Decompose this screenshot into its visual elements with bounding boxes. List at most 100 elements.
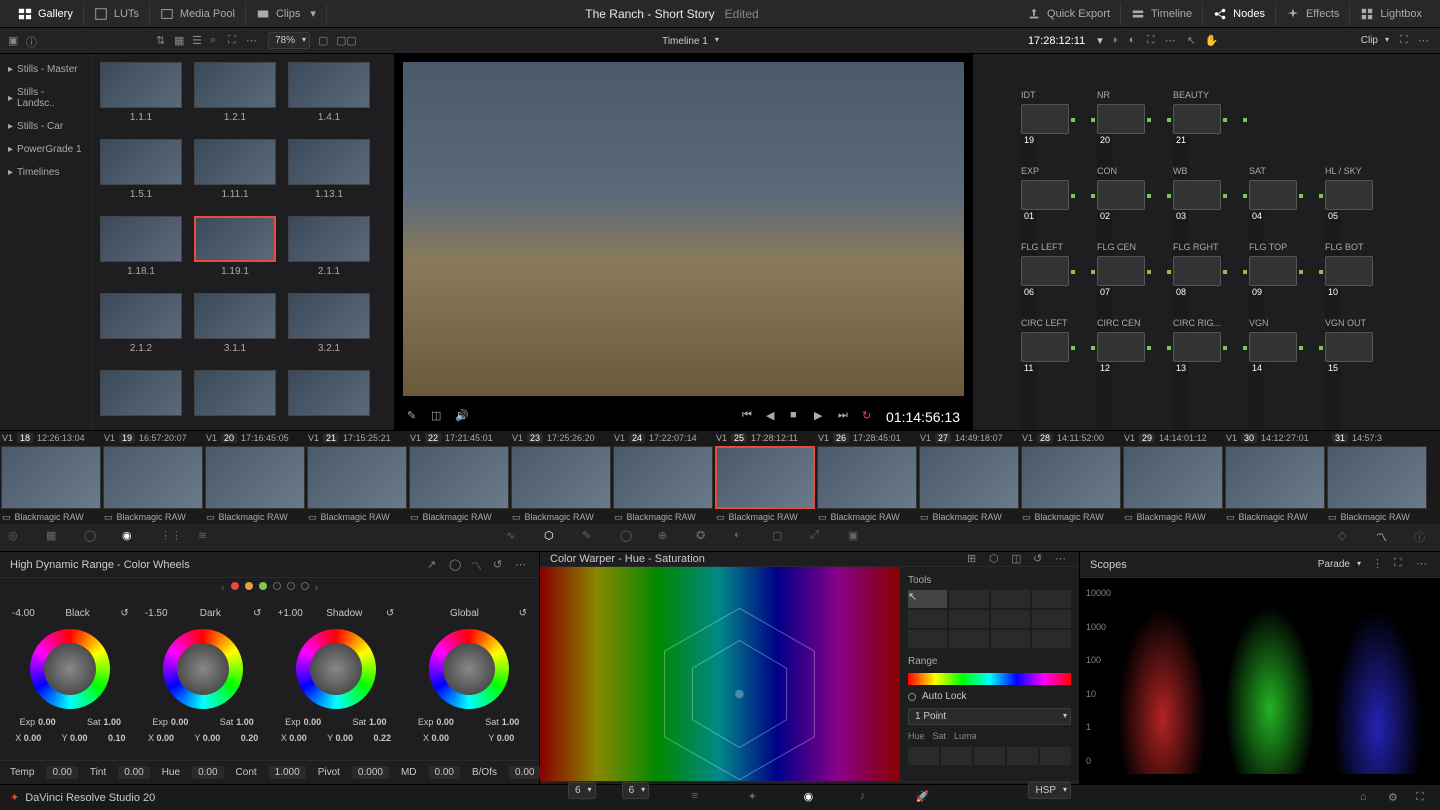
- color-node[interactable]: [1021, 256, 1069, 286]
- timeline-dropdown[interactable]: Timeline 1: [656, 34, 722, 49]
- smooth5[interactable]: [1040, 747, 1071, 765]
- key-icon[interactable]: ▢: [772, 529, 790, 547]
- node-graph[interactable]: IDT19NR20BEAUTY21EXP01CON02WB03SAT04HL /…: [973, 54, 1440, 430]
- still-thumbnail[interactable]: 1.2.1: [194, 62, 276, 123]
- grid-view-icon[interactable]: ▦: [174, 34, 188, 48]
- timeline-button[interactable]: Timeline: [1121, 3, 1203, 25]
- reset-wheel-icon[interactable]: ↺: [519, 608, 527, 619]
- viewer[interactable]: [403, 62, 964, 396]
- wheel[interactable]: [30, 629, 110, 709]
- color-node[interactable]: [1325, 256, 1373, 286]
- scopes-icon[interactable]: 〽: [1376, 529, 1394, 547]
- gallery-tab[interactable]: Gallery: [8, 3, 84, 25]
- scopes-expand-icon[interactable]: ⛶: [1394, 557, 1408, 571]
- timeline-clip[interactable]: V13014:12:27:01▭Blackmagic RAW: [1224, 431, 1326, 524]
- warper-grid-icon[interactable]: ⊞: [967, 552, 981, 566]
- color-node[interactable]: [1097, 180, 1145, 210]
- hdr-expand-icon[interactable]: ↗: [427, 558, 441, 572]
- cont-value[interactable]: 1.000: [269, 766, 306, 779]
- timeline-clip[interactable]: V12417:22:07:14▭Blackmagic RAW: [612, 431, 714, 524]
- color-warper-mesh[interactable]: [540, 567, 899, 781]
- tool7[interactable]: [991, 610, 1030, 628]
- tool12[interactable]: [1032, 630, 1071, 648]
- points-dropdown[interactable]: 1 Point: [908, 708, 1071, 725]
- viewer-dual-icon[interactable]: ▢▢: [336, 34, 350, 48]
- tracker-icon[interactable]: ⊕: [658, 529, 676, 547]
- magic-mask-icon[interactable]: ✪: [696, 529, 714, 547]
- color-node[interactable]: [1325, 180, 1373, 210]
- color-node[interactable]: [1249, 256, 1297, 286]
- timeline-clip[interactable]: V12117:15:25:21▭Blackmagic RAW: [306, 431, 408, 524]
- hdr-graph-icon[interactable]: 〽: [471, 558, 485, 572]
- quickexport-button[interactable]: Quick Export: [1017, 3, 1121, 25]
- color-node[interactable]: [1173, 332, 1221, 362]
- still-thumbnail[interactable]: [194, 370, 276, 416]
- more-icon[interactable]: ⋯: [246, 34, 260, 48]
- still-thumbnail[interactable]: 1.5.1: [100, 139, 182, 200]
- nodes-button[interactable]: Nodes: [1203, 3, 1276, 25]
- still-thumbnail[interactable]: 1.18.1: [100, 216, 182, 277]
- bypass-icon[interactable]: ◑: [1111, 34, 1125, 48]
- tool11[interactable]: [991, 630, 1030, 648]
- home-icon[interactable]: ⌂: [1360, 791, 1374, 805]
- sort-icon[interactable]: ⇅: [156, 34, 170, 48]
- window-icon[interactable]: ◯: [620, 529, 638, 547]
- reset-wheel-icon[interactable]: ↺: [253, 608, 261, 619]
- tool6[interactable]: [949, 610, 988, 628]
- warper-more-icon[interactable]: ⋯: [1055, 552, 1069, 566]
- color-node[interactable]: [1249, 332, 1297, 362]
- prev-frame-icon[interactable]: ◀: [766, 409, 782, 425]
- blur-icon[interactable]: ◐: [734, 529, 752, 547]
- rgb-mixer-icon[interactable]: ⋮⋮: [160, 529, 178, 547]
- lightbox-button[interactable]: Lightbox: [1350, 3, 1432, 25]
- image-wipe-icon[interactable]: ◫: [431, 409, 447, 425]
- md-value[interactable]: 0.00: [429, 766, 460, 779]
- still-thumbnail[interactable]: 1.13.1: [288, 139, 370, 200]
- scopes-mode-dropdown[interactable]: Parade: [1312, 557, 1364, 572]
- camera-raw-icon[interactable]: ◎: [8, 529, 26, 547]
- mediapool-tab[interactable]: Media Pool: [150, 3, 246, 25]
- sizing-icon[interactable]: ⤢: [810, 529, 828, 547]
- reset-wheel-icon[interactable]: ↺: [386, 608, 394, 619]
- 3d-icon[interactable]: ▣: [848, 529, 866, 547]
- timeline-clip[interactable]: V12914:14:01:12▭Blackmagic RAW: [1122, 431, 1224, 524]
- list-view-icon[interactable]: ☰: [192, 34, 206, 48]
- timeline-clip[interactable]: V12517:28:12:11▭Blackmagic RAW: [714, 431, 816, 524]
- color-node[interactable]: [1097, 104, 1145, 134]
- timeline-clip[interactable]: 3114:57:3▭Blackmagic RAW: [1326, 431, 1428, 524]
- zoom-dropdown[interactable]: 78%: [268, 32, 310, 49]
- timeline-clip[interactable]: V11916:57:20:07▭Blackmagic RAW: [102, 431, 204, 524]
- stills-album-item[interactable]: ▸Timelines: [0, 161, 91, 184]
- clip-mode-dropdown[interactable]: Clip: [1355, 33, 1392, 48]
- first-frame-icon[interactable]: ⏮: [742, 409, 758, 425]
- color-node[interactable]: [1173, 180, 1221, 210]
- draw-tool[interactable]: [949, 590, 988, 608]
- smooth3[interactable]: [974, 747, 1005, 765]
- warper-split-icon[interactable]: ◫: [1011, 552, 1025, 566]
- bofs-value[interactable]: 0.00: [509, 766, 540, 779]
- scopes-more-icon[interactable]: ⋯: [1416, 557, 1430, 571]
- warper-icon[interactable]: ⬡: [544, 529, 562, 547]
- timeline-clip[interactable]: V12814:11:52:00▭Blackmagic RAW: [1020, 431, 1122, 524]
- clip-thumbnails[interactable]: V11812:26:13:04▭Blackmagic RAWV11916:57:…: [0, 430, 1440, 524]
- range-gradient[interactable]: [908, 673, 1071, 685]
- info2-icon[interactable]: ⓘ: [1414, 529, 1432, 547]
- warper-reset-icon[interactable]: ↺: [1033, 552, 1047, 566]
- still-thumbnail[interactable]: 1.11.1: [194, 139, 276, 200]
- hue-res-dropdown[interactable]: 6: [568, 782, 596, 799]
- picker-icon[interactable]: ✎: [407, 409, 423, 425]
- wheel[interactable]: [429, 629, 509, 709]
- pin-tool[interactable]: [991, 590, 1030, 608]
- loop-icon[interactable]: ↻: [862, 409, 878, 425]
- pointer-icon[interactable]: ↖: [1187, 34, 1201, 48]
- still-thumbnail[interactable]: 3.2.1: [288, 293, 370, 354]
- luts-tab[interactable]: LUTs: [84, 3, 150, 25]
- timeline-clip[interactable]: V12714:49:18:07▭Blackmagic RAW: [918, 431, 1020, 524]
- tool8[interactable]: [1032, 610, 1071, 628]
- color-match-icon[interactable]: ▦: [46, 529, 64, 547]
- wheel[interactable]: [296, 629, 376, 709]
- color-node[interactable]: [1021, 332, 1069, 362]
- timeline-clip[interactable]: V12617:28:45:01▭Blackmagic RAW: [816, 431, 918, 524]
- hdr-reset-icon[interactable]: ↺: [493, 558, 507, 572]
- next-frame-icon[interactable]: ⏭: [838, 409, 854, 425]
